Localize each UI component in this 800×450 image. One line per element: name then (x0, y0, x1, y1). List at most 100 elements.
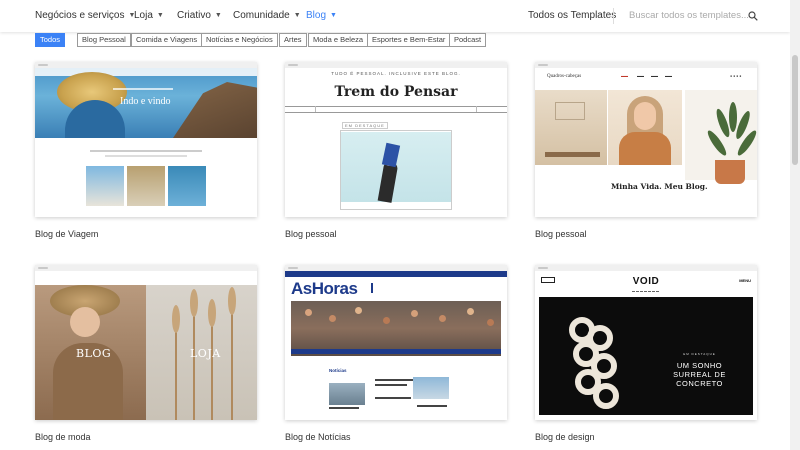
preview-menu: ▬▬ (637, 74, 644, 78)
browser-bar (535, 265, 757, 271)
template-label[interactable]: Blog de Notícias (285, 432, 351, 442)
preview-menu: ▬▬ (651, 74, 658, 78)
preview-image (487, 319, 494, 326)
thumbnail-image (329, 383, 365, 405)
template-label[interactable]: Blog pessoal (285, 229, 337, 239)
preview-image (305, 309, 312, 316)
thumbnail-image (86, 166, 124, 206)
preview-kicker: TUDO É PESSOAL. INCLUSIVE ESTE BLOG. (331, 71, 461, 76)
scrollbar-thumb[interactable] (792, 55, 798, 165)
preview-logo: AsHoras (291, 279, 358, 298)
template-card-moda[interactable]: BLOG LOJA (35, 265, 257, 420)
nav-item-label: Blog (306, 10, 327, 21)
filter-chip-comida-viagens[interactable]: Comida e Viagens (131, 33, 203, 47)
template-card-design[interactable]: VOID ▬▬▬▬▬▬▬ MENU EM DESTAQUE UM SONHO S… (535, 265, 757, 420)
template-label[interactable]: Blog de Viagem (35, 229, 98, 239)
preview-image (715, 160, 745, 184)
top-navigation: Negócios e serviços ▼ Loja ▼ Criativo ▼ Com… (0, 0, 790, 32)
template-label[interactable]: Blog de moda (35, 432, 91, 442)
preview-image (193, 310, 195, 420)
preview-menu (35, 68, 257, 76)
filter-chip-blog-pessoal[interactable]: Blog Pessoal (77, 33, 131, 47)
preview-menu (35, 271, 257, 285)
preview-headline: UM SONHO SURREAL DE CONCRETO (646, 361, 753, 388)
hero-title: Indo e vindo (120, 96, 171, 107)
preview-image (231, 305, 233, 420)
chevron-down-icon: ▼ (330, 11, 337, 19)
browser-bar (535, 62, 757, 68)
preview-image (545, 152, 600, 157)
preview-image (411, 310, 418, 317)
preview-menu: ● ● ● ● (730, 74, 742, 78)
template-label[interactable]: Blog de design (535, 432, 595, 442)
preview-title: Trem do Pensar (334, 84, 458, 100)
preview-image (329, 315, 336, 322)
preview-image (619, 132, 671, 165)
headline-line: SURREAL DE (673, 370, 726, 379)
template-label[interactable]: Blog pessoal (535, 229, 587, 239)
thumbnail-image (127, 166, 165, 206)
preview-image (208, 299, 216, 327)
search-input[interactable]: Buscar todos os templates... (629, 10, 749, 21)
nav-item-label: Negócios e serviços (35, 10, 125, 21)
nav-item-loja[interactable]: Loja ▼ (134, 10, 164, 21)
preview-logo: Quadros-cabeças (547, 74, 582, 79)
preview-word-blog: BLOG (76, 347, 112, 360)
preview-kicker: EM DESTAQUE (683, 352, 716, 356)
chevron-down-icon: ▼ (214, 11, 222, 19)
preview-panel (646, 297, 753, 415)
preview-image (175, 325, 177, 420)
text-line (90, 150, 202, 152)
nav-item-comunidade[interactable]: Comunidade ▼ (233, 10, 301, 21)
headline-line: UM SONHO (676, 361, 723, 370)
filter-chip-podcast[interactable]: Podcast (449, 33, 487, 47)
preview-menu: ▬▬ (621, 74, 628, 78)
preview-menu (285, 271, 507, 277)
template-card-pessoal-trem[interactable]: TUDO É PESSOAL. INCLUSIVE ESTE BLOG. Tre… (285, 62, 507, 217)
nav-item-negocios[interactable]: Negócios e serviços ▼ (35, 10, 135, 21)
chevron-down-icon: ▼ (293, 11, 301, 19)
divider (285, 112, 507, 113)
filter-chip-moda-beleza[interactable]: Moda e Beleza (308, 33, 369, 47)
text-line (375, 384, 407, 386)
text-line (375, 397, 411, 399)
template-card-pessoal-minha-vida[interactable]: Quadros-cabeças ▬▬ ▬▬ ▬▬ ▬▬ ● ● ● ● Minh… (535, 62, 757, 217)
featured-tag: EM DESTAQUE (342, 122, 388, 129)
filter-chip-artes[interactable]: Artes (279, 33, 307, 47)
template-card-viagem[interactable]: Indo e vindo (35, 62, 257, 217)
preview-word-loja: LOJA (190, 347, 221, 360)
preview-image (190, 289, 198, 317)
search-icon[interactable] (748, 11, 758, 21)
preview-menu: ▬▬ (665, 74, 672, 78)
preview-image (439, 315, 446, 322)
preview-menu: MENU (739, 278, 751, 283)
preview-image (172, 305, 180, 333)
hero-subline (113, 88, 173, 90)
all-templates-link[interactable]: Todos os Templates (528, 10, 616, 21)
chevron-down-icon: ▼ (156, 11, 164, 19)
nav-item-blog[interactable]: Blog ▼ (306, 10, 337, 21)
thumbnail-image (413, 377, 449, 399)
section-heading: Notícias (329, 368, 347, 373)
preview-image (729, 102, 737, 132)
nav-item-criativo[interactable]: Criativo ▼ (177, 10, 222, 21)
preview-image (70, 307, 100, 337)
nav-item-label: Criativo (177, 10, 211, 21)
text-line (329, 407, 359, 409)
preview-image (355, 307, 362, 314)
preview-logo-mark (371, 283, 385, 293)
preview-image (634, 102, 656, 130)
preview-image (593, 383, 619, 409)
template-card-noticias[interactable]: AsHoras Notícias (285, 265, 507, 420)
text-line (375, 379, 413, 381)
preview-image (555, 102, 585, 120)
filter-chip-todos[interactable]: Todos (35, 33, 66, 47)
preview-image (383, 317, 390, 324)
thumbnail-image (168, 166, 206, 206)
preview-logo: VOID (632, 276, 660, 287)
filter-chip-esportes[interactable]: Esportes e Bem-Estar (367, 33, 451, 47)
filter-chip-noticias-negocios[interactable]: Notícias e Negócios (201, 33, 278, 47)
nav-item-label: Loja (134, 10, 153, 21)
text-line (105, 155, 187, 157)
preview-tagline: ▬▬▬▬▬▬▬ (632, 289, 660, 293)
